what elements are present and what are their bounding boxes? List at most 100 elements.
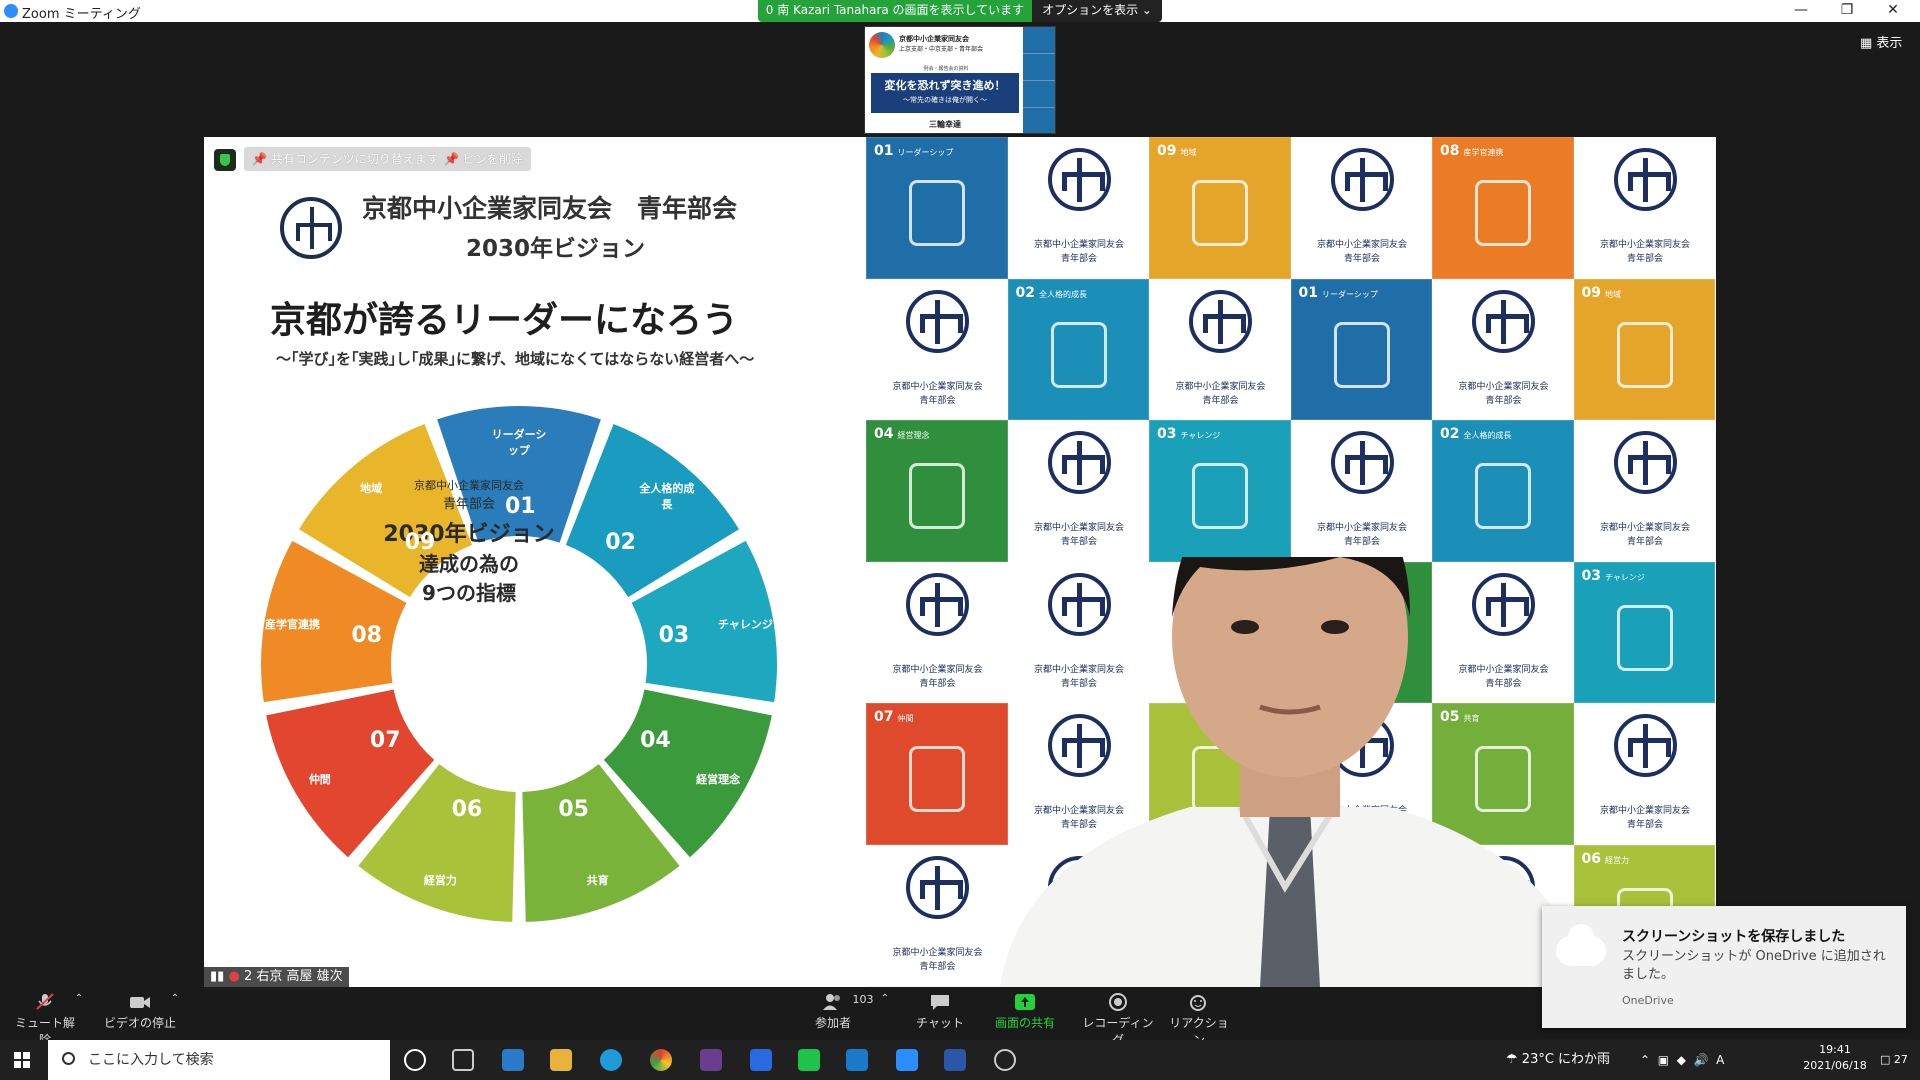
weather-text: 23°C にわか雨 <box>1521 1052 1611 1067</box>
indicator-pictogram-icon <box>1333 321 1390 388</box>
edge-browser-icon[interactable] <box>600 1049 622 1071</box>
task-view-icon[interactable] <box>452 1049 474 1071</box>
indicator-pictogram-icon <box>1475 463 1531 529</box>
shared-content-thumbnail[interactable]: 京都中小企業家同友会 上京支部・中京支部・青年部会 例会・報告会の資料 変化を恐… <box>864 26 1056 134</box>
switch-to-shared-content-button[interactable]: 📌 共有コンテンツに切り替えます <box>244 147 447 171</box>
settings-gear-icon[interactable] <box>994 1049 1016 1071</box>
participant-name-tag: ▮▮ ● 2 右京 高屋 雄次 <box>204 967 349 987</box>
wheel-segment-number: 05 <box>558 796 589 822</box>
doyukai-logo-tile: 京都中小企業家同友会青年部会 <box>1290 420 1432 562</box>
notification-center-button[interactable]: □ 27 <box>1880 1040 1908 1080</box>
slack-icon[interactable] <box>700 1049 722 1071</box>
search-icon <box>62 1052 75 1065</box>
line-app-icon[interactable] <box>798 1049 820 1071</box>
tray-icons[interactable]: ⌃ ▣ ◆ 🔊 A <box>1640 1040 1724 1080</box>
ime-indicator: A <box>1716 1053 1725 1067</box>
unpin-button[interactable]: 📌 ピンを削除 <box>436 147 531 171</box>
indicator-tile-number: 02 <box>1015 284 1035 301</box>
doyukai-logo-tile: 京都中小企業家同友会青年部会 <box>1432 278 1574 420</box>
logo-tile-dept: 青年部会 <box>1485 395 1522 406</box>
dropbox-tray-icon: ◆ <box>1676 1053 1686 1067</box>
indicator-tile-label: 04経営理念 <box>874 426 929 442</box>
thumbnail-title: 変化を恐れず突き進め！ <box>884 79 1006 92</box>
wheel-segment-label: チャレンジ <box>718 618 773 632</box>
logo-tile-text: 京都中小企業家同友会青年部会 <box>1158 380 1283 408</box>
thumbnail-icon-strip <box>1023 27 1055 133</box>
participants-icon <box>823 994 840 1010</box>
indicator-tile-label: 01 リーダーシップ <box>874 143 953 159</box>
doyukai-logo-icon <box>1472 289 1535 353</box>
file-explorer-icon[interactable] <box>550 1049 572 1071</box>
strip-leader-icon <box>1023 27 1055 54</box>
taskbar-search-box[interactable]: ここに入力して検索 <box>48 1040 390 1080</box>
video-camera-icon <box>130 997 150 1008</box>
dropbox-icon[interactable] <box>750 1049 772 1071</box>
clock-time: 19:41 <box>1819 1043 1851 1056</box>
bw-app-icon[interactable] <box>502 1049 524 1071</box>
thumbnail-org: 京都中小企業家同友会 <box>899 35 969 43</box>
indicator-pictogram-icon <box>1192 180 1248 246</box>
indicator-tile-number: 04 <box>874 426 894 442</box>
toast-source: OneDrive <box>1622 994 1674 1007</box>
toast-body: スクリーンショットが OneDrive に追加されました。 <box>1622 949 1886 982</box>
indicator-tile: 01 リーダーシップ <box>866 137 1008 279</box>
wheel-segment-label: 地域 <box>360 481 383 495</box>
weather-widget[interactable]: ☂ 23°C にわか雨 <box>1506 1040 1610 1080</box>
notification-count: 27 <box>1893 1053 1908 1066</box>
chevron-up-icon: ⌃ <box>1640 1053 1651 1067</box>
logo-tile-org: 京都中小企業家同友会 <box>1033 523 1124 533</box>
thumbnail-speaker: 三輪幸達 <box>929 120 961 129</box>
logo-tile-org: 京都中小企業家同友会 <box>1599 240 1690 250</box>
taskbar-clock[interactable]: 19:41 2021/06/18 <box>1800 1042 1870 1074</box>
wheel-segment-label: リーダーシップ <box>491 428 547 457</box>
video-options-caret[interactable]: ⌃ <box>168 987 182 1040</box>
minimize-icon[interactable]: — <box>1778 0 1824 22</box>
zoom-taskbar-icon[interactable] <box>896 1049 918 1071</box>
wheel-center-line3: 9つの指標 <box>422 581 516 605</box>
indicator-pictogram-icon <box>1192 463 1248 529</box>
chrome-browser-icon[interactable] <box>650 1049 672 1071</box>
strip-compass-icon <box>1023 108 1055 133</box>
signal-icon: ▮▮ <box>210 969 225 984</box>
participants-options-caret[interactable]: ⌃ <box>878 987 892 1040</box>
word-app-icon[interactable] <box>944 1049 966 1071</box>
cortana-icon[interactable] <box>404 1049 426 1071</box>
taskbar-search-placeholder: ここに入力して検索 <box>88 1052 214 1068</box>
indicator-tile-title: 地域 <box>1604 289 1621 299</box>
zoom-app-icon <box>4 4 18 18</box>
share-screen-button[interactable]: 画面の共有 <box>990 987 1060 1040</box>
doyukai-logo-tile: 京都中小企業家同友会青年部会 <box>1149 278 1291 420</box>
clock-date: 2021/06/18 <box>1803 1059 1867 1072</box>
speaker-icon: 🔊 <box>1693 1053 1709 1067</box>
onedrive-cloud-icon <box>1556 924 1606 966</box>
chat-icon <box>931 995 949 1010</box>
doyukai-logo-tile: 京都中小企業家同友会青年部会 <box>1007 420 1149 562</box>
wheel-segment-number: 01 <box>505 494 536 519</box>
logo-tile-org: 京都中小企業家同友会 <box>1175 381 1266 392</box>
trello-icon[interactable] <box>846 1049 868 1071</box>
chat-button[interactable]: チャット <box>910 987 970 1040</box>
restore-icon[interactable]: ❐ <box>1824 0 1870 22</box>
vision-slide: 📌 共有コンテンツに切り替えます 📌 ピンを削除 京都中小企業家同友会 青年部会… <box>204 137 866 987</box>
view-toggle-button[interactable]: ▦ 表示 <box>1860 32 1902 51</box>
windows-start-icon[interactable] <box>14 1052 30 1068</box>
audio-options-caret[interactable]: ⌃ <box>72 987 86 1040</box>
record-button[interactable]: レコーディング <box>1078 987 1158 1047</box>
zoom-window: Zoom ミーティング 0 南 Kazari Tanahara の画面を表示して… <box>0 0 1920 1080</box>
reactions-button[interactable]: リアクション <box>1164 987 1234 1047</box>
indicator-tile-number: 02 <box>1440 426 1460 442</box>
close-icon[interactable]: ✕ <box>1870 0 1916 22</box>
unmute-button[interactable]: ミュート解除 <box>10 987 80 1047</box>
logo-tile-text: 京都中小企業家同友会青年部会 <box>1300 238 1425 266</box>
logo-tile-org: 京都中小企業家同友会 <box>1458 381 1549 392</box>
indicator-tile: 02 全人格的成長 <box>1007 278 1149 420</box>
thumbnail-subtitle: 〜常先の確きは俺が開く〜 <box>903 96 987 104</box>
indicator-tile-label: 08 産学官連携 <box>1440 143 1503 159</box>
logo-tile-dept: 青年部会 <box>919 395 956 406</box>
slide-headline: 京都が誇るリーダーになろう <box>270 300 739 341</box>
indicator-tile-number: 01 <box>874 143 894 159</box>
onedrive-notification[interactable]: スクリーンショットを保存しました スクリーンショットが OneDrive に追加… <box>1542 906 1906 1028</box>
encryption-shield-icon[interactable] <box>214 149 236 171</box>
doyukai-logo-icon <box>1613 431 1677 494</box>
view-options-button[interactable]: オプションを表示 ⌄ <box>1032 0 1162 22</box>
